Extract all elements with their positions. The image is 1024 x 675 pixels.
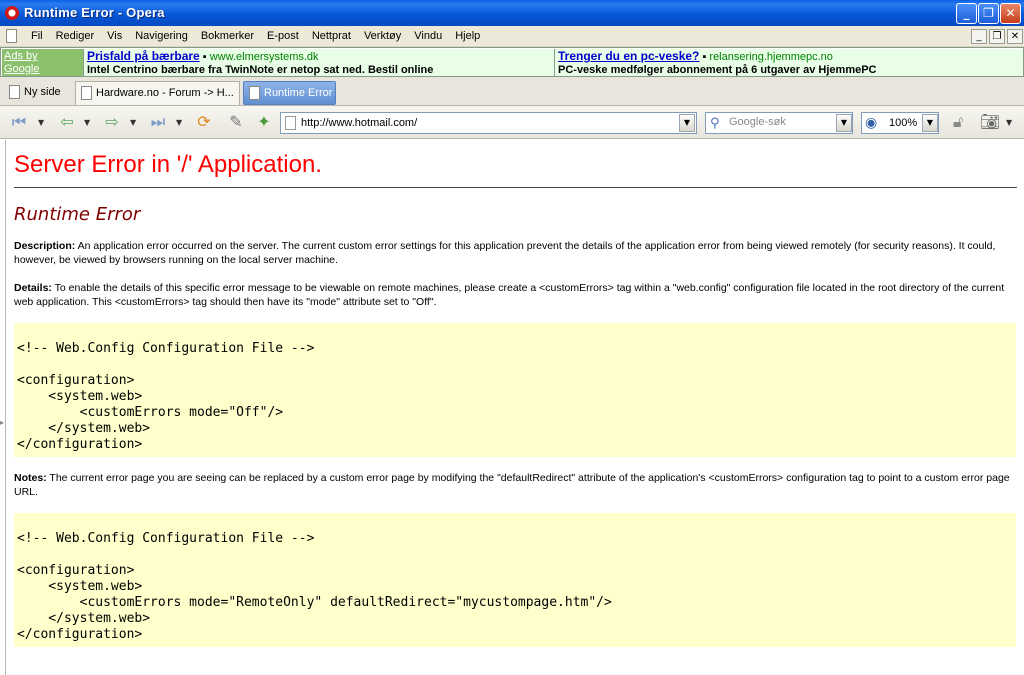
search-icon: ⚲ xyxy=(710,116,720,131)
notes-label: Notes: xyxy=(14,472,47,484)
tab-bar: Ny side Hardware.no - Forum -> H... Runt… xyxy=(0,77,1024,106)
maximize-button[interactable]: ❐ xyxy=(978,3,999,24)
heading-divider xyxy=(14,187,1017,188)
description-paragraph: Description: An application error occurr… xyxy=(14,239,1010,267)
ad-1: Prisfald på bærbare ▪ www.elmersystems.d… xyxy=(83,49,554,76)
menu-nettprat[interactable]: Nettprat xyxy=(312,30,351,42)
search-engine-dropdown-icon[interactable]: ▼ xyxy=(836,114,852,132)
address-dropdown-icon[interactable]: ▼ xyxy=(679,114,695,132)
edit-icon[interactable]: ✎ xyxy=(225,113,247,131)
tab-hardware-forum-label: Hardware.no - Forum -> H... xyxy=(96,87,234,99)
error-subtitle: Runtime Error xyxy=(14,204,141,225)
address-input[interactable] xyxy=(301,115,671,131)
description-label: Description: xyxy=(14,240,76,252)
forward-icon[interactable]: ⇨ xyxy=(101,113,123,131)
navigation-toolbar: ⏮ ▼ ⇦ ▼ ⇨ ▼ ⏭ ▼ ⟳ ✎ ✦ ▼ ⚲ ▼ ◉ 100% ▼ 🔓︎ … xyxy=(0,106,1024,139)
ad-1-text: Intel Centrino bærbare fra TwinNote er n… xyxy=(87,64,434,76)
back-dropdown-icon[interactable]: ▼ xyxy=(84,118,90,127)
menu-fil[interactable]: Fil xyxy=(31,30,43,42)
description-text: An application error occurred on the ser… xyxy=(14,240,996,266)
tab-new-page-label: Ny side xyxy=(24,86,61,98)
address-bar[interactable]: ▼ xyxy=(280,112,697,134)
ads-by-label[interactable]: Ads by xyxy=(4,50,81,63)
minimize-button[interactable]: _ xyxy=(956,3,977,24)
eye-icon: ◉ xyxy=(865,115,878,131)
ad-1-separator: ▪ xyxy=(199,51,210,63)
fast-forward-dropdown-icon[interactable]: ▼ xyxy=(176,118,182,127)
zoom-dropdown-icon[interactable]: ▼ xyxy=(922,114,938,132)
page-content: Server Error in '/' Application. Runtime… xyxy=(5,140,1024,675)
menu-vindu[interactable]: Vindu xyxy=(414,30,442,42)
ad-2-separator: ▪ xyxy=(699,51,710,63)
ad-1-title-link[interactable]: Prisfald på bærbare xyxy=(87,49,200,63)
zoom-control[interactable]: ◉ 100% ▼ xyxy=(861,112,939,134)
page-title: Server Error in '/' Application. xyxy=(14,151,322,178)
menu-bar: Fil Rediger Vis Navigering Bokmerker E-p… xyxy=(0,26,1024,47)
lock-icon[interactable]: 🔓︎ xyxy=(947,113,969,131)
details-text: To enable the details of this specific e… xyxy=(14,282,1005,308)
zoom-value: 100% xyxy=(889,117,918,129)
back-icon[interactable]: ⇦ xyxy=(56,113,78,131)
panel-toggle-icon[interactable]: ▸ xyxy=(0,418,5,427)
opera-logo-icon xyxy=(5,6,19,20)
rewind-icon[interactable]: ⏮ xyxy=(8,113,30,131)
ad-2-title-link[interactable]: Trenger du en pc-veske? xyxy=(558,49,699,63)
page-icon xyxy=(285,116,296,130)
search-input[interactable] xyxy=(729,116,829,128)
tab-runtime-error-label: Runtime Error xyxy=(264,87,333,99)
menu-bokmerker[interactable]: Bokmerker xyxy=(201,30,254,42)
mdi-minimize-button[interactable]: _ xyxy=(971,29,987,44)
ad-1-url[interactable]: www.elmersystems.dk xyxy=(210,51,319,63)
wand-icon[interactable]: ✦ xyxy=(253,113,275,131)
ad-2-url[interactable]: relansering.hjemmepc.no xyxy=(709,51,833,63)
fast-forward-icon[interactable]: ⏭ xyxy=(147,113,169,131)
rewind-dropdown-icon[interactable]: ▼ xyxy=(38,118,44,127)
details-label: Details: xyxy=(14,282,52,294)
menu-items: Fil Rediger Vis Navigering Bokmerker E-p… xyxy=(31,30,493,42)
menu-navigering[interactable]: Navigering xyxy=(135,30,188,42)
page-icon xyxy=(81,86,92,100)
document-icon[interactable] xyxy=(6,29,17,43)
notes-paragraph: Notes: The current error page you are se… xyxy=(14,471,1010,499)
ad-2-text: PC-veske medfølger abonnement på 6 utgav… xyxy=(558,64,877,76)
menu-e-post[interactable]: E-post xyxy=(267,30,299,42)
menu-hjelp[interactable]: Hjelp xyxy=(455,30,480,42)
ads-google-label[interactable]: Google xyxy=(4,63,81,76)
reload-icon[interactable]: ⟳ xyxy=(193,113,215,131)
new-page-icon xyxy=(9,85,20,99)
search-box[interactable]: ⚲ ▼ xyxy=(705,112,853,134)
tab-hardware-forum[interactable]: Hardware.no - Forum -> H... xyxy=(75,81,240,105)
details-paragraph: Details: To enable the details of this s… xyxy=(14,281,1010,309)
window-titlebar: Runtime Error - Opera _ ❐ ✕ xyxy=(0,0,1024,26)
close-button[interactable]: ✕ xyxy=(1000,3,1021,24)
tab-new-page[interactable]: Ny side xyxy=(4,81,70,105)
page-icon xyxy=(249,86,260,100)
ad-2: Trenger du en pc-veske? ▪ relansering.hj… xyxy=(554,49,1023,76)
mdi-close-button[interactable]: ✕ xyxy=(1007,29,1023,44)
ads-bar: Ads by Google Prisfald på bærbare ▪ www.… xyxy=(0,47,1024,77)
window-title: Runtime Error - Opera xyxy=(24,5,165,20)
tab-runtime-error[interactable]: Runtime Error xyxy=(243,81,336,105)
camera-dropdown-icon[interactable]: ▼ xyxy=(1006,118,1012,127)
notes-text: The current error page you are seeing ca… xyxy=(14,472,1010,498)
config-code-block-2: <!-- Web.Config Configuration File --> <… xyxy=(14,513,1016,647)
menu-verktoy[interactable]: Verktøy xyxy=(364,30,401,42)
menu-vis[interactable]: Vis xyxy=(107,30,122,42)
camera-icon[interactable]: 📷︎ xyxy=(979,113,1001,131)
forward-dropdown-icon[interactable]: ▼ xyxy=(130,118,136,127)
ads-by-google[interactable]: Ads by Google xyxy=(2,49,83,76)
config-code-block-1: <!-- Web.Config Configuration File --> <… xyxy=(14,323,1016,457)
mdi-restore-button[interactable]: ❐ xyxy=(989,29,1005,44)
menu-rediger[interactable]: Rediger xyxy=(56,30,95,42)
